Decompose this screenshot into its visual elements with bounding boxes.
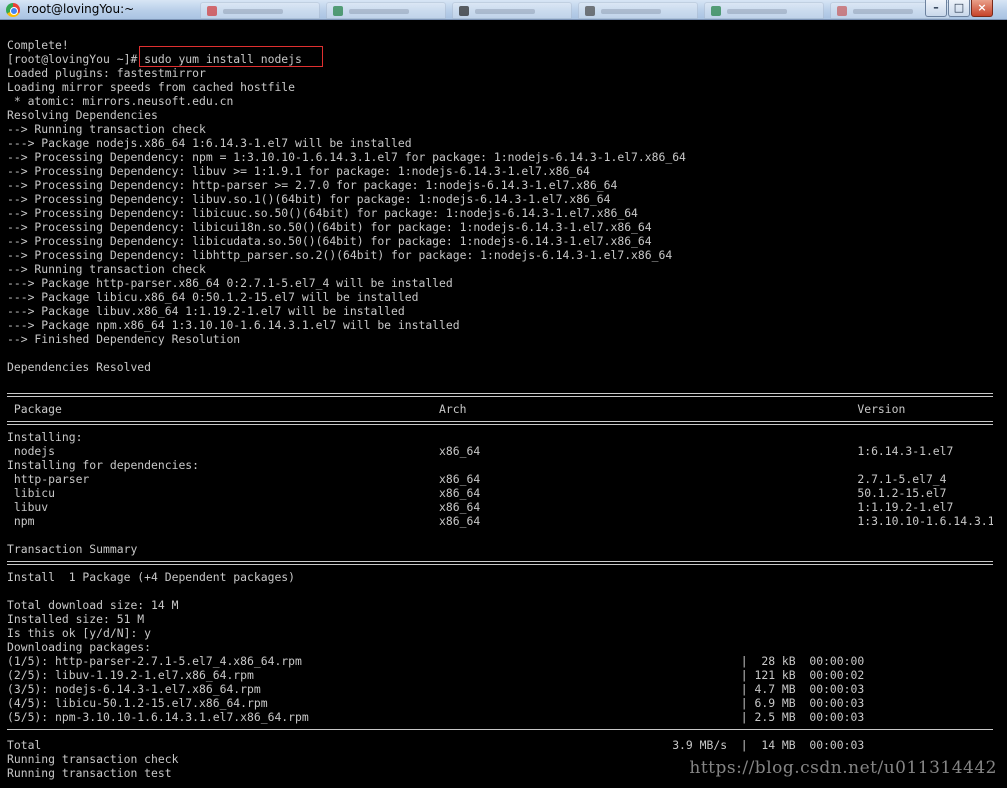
tab-favicon-icon (333, 6, 343, 16)
terminal-scroll-edge (993, 21, 1007, 788)
separator-rule (7, 421, 993, 425)
background-tab[interactable] (326, 2, 446, 19)
background-tab[interactable] (704, 2, 824, 19)
terminal-line: npm x86_64 1:3.10.10-1.6.14.3.1.el7 (7, 514, 1007, 528)
terminal-line: --> Processing Dependency: libicuuc.so.5… (7, 206, 638, 220)
window-title: root@lovingYou:~ (27, 2, 135, 16)
terminal-line: Installed size: 51 M (7, 612, 145, 626)
terminal-line: ---> Package nodejs.x86_64 1:6.14.3-1.el… (7, 136, 412, 150)
terminal-line: http-parser x86_64 2.7.1-5.el7_4 (7, 472, 947, 486)
tab-favicon-icon (459, 6, 469, 16)
tab-title-blurred (349, 9, 409, 14)
terminal-line: --> Processing Dependency: libuv >= 1:1.… (7, 164, 590, 178)
terminal-line: ---> Package libicu.x86_64 0:50.1.2-15.e… (7, 290, 419, 304)
tab-title-blurred (853, 9, 913, 14)
close-button[interactable]: × (971, 0, 993, 17)
terminal-line: Install 1 Package (+4 Dependent packages… (7, 570, 296, 584)
terminal-line: Loading mirror speeds from cached hostfi… (7, 80, 296, 94)
terminal-line: --> Processing Dependency: http-parser >… (7, 178, 618, 192)
terminal-line: (3/5): nodejs-6.14.3-1.el7.x86_64.rpm | … (7, 682, 865, 696)
terminal-line: --> Running transaction check (7, 262, 206, 276)
tab-title-blurred (601, 9, 661, 14)
background-tab[interactable] (200, 2, 320, 19)
terminal-line: Is this ok [y/d/N]: y (7, 626, 152, 640)
terminal-line: Dependencies Resolved (7, 360, 152, 374)
terminal-line: (4/5): libicu-50.1.2-15.el7.x86_64.rpm |… (7, 696, 865, 710)
terminal-line: ---> Package libuv.x86_64 1:1.19.2-1.el7… (7, 304, 405, 318)
terminal-line: --> Running transaction check (7, 122, 206, 136)
watermark: https://blog.csdn.net/u011314442 (689, 758, 997, 778)
tab-favicon-icon (585, 6, 595, 16)
terminal-output[interactable]: Complete! [root@lovingYou ~]# sudo yum in… (0, 21, 1007, 788)
separator-rule (7, 729, 993, 731)
background-tab[interactable] (578, 2, 698, 19)
terminal-line: Resolving Dependencies (7, 108, 158, 122)
terminal-line: Downloading packages: (7, 640, 152, 654)
terminal-line: Loaded plugins: fastestmirror (7, 66, 206, 80)
terminal-line: Package Arch Version (7, 402, 906, 416)
terminal-line: --> Processing Dependency: libicudata.so… (7, 234, 652, 248)
terminal-line: --> Finished Dependency Resolution (7, 332, 241, 346)
terminal-line: ---> Package http-parser.x86_64 0:2.7.1-… (7, 276, 453, 290)
terminal-line: Running transaction test (7, 766, 172, 780)
command-highlight-box (139, 46, 323, 67)
terminal-line: * atomic: mirrors.neusoft.edu.cn (7, 94, 234, 108)
background-tab[interactable] (452, 2, 572, 19)
tab-title-blurred (475, 9, 535, 14)
window-controls: – □ × (924, 0, 993, 19)
terminal-line: Transaction Summary (7, 542, 138, 556)
minimize-button[interactable]: – (925, 0, 947, 17)
terminal-line: Total 3.9 MB/s | 14 MB 00:00:03 (7, 738, 865, 752)
chrome-icon (6, 3, 20, 17)
terminal-line: ---> Package npm.x86_64 1:3.10.10-1.6.14… (7, 318, 460, 332)
terminal-line: Installing: (7, 430, 83, 444)
terminal-line: (5/5): npm-3.10.10-1.6.14.3.1.el7.x86_64… (7, 710, 865, 724)
window-title-bar[interactable]: root@lovingYou:~ – □ × (0, 0, 1007, 20)
terminal-line: (2/5): libuv-1.19.2-1.el7.x86_64.rpm | 1… (7, 668, 865, 682)
separator-rule (7, 393, 993, 397)
terminal-line: --> Processing Dependency: npm = 1:3.10.… (7, 150, 686, 164)
terminal-line: Total download size: 14 M (7, 598, 179, 612)
terminal-line: Complete! (7, 38, 69, 52)
terminal-line: --> Processing Dependency: libuv.so.1()(… (7, 192, 611, 206)
terminal-line: libicu x86_64 50.1.2-15.el7 (7, 486, 947, 500)
terminal-line: --> Processing Dependency: libhttp_parse… (7, 248, 673, 262)
tab-title-blurred (223, 9, 283, 14)
terminal-line: Running transaction check (7, 752, 179, 766)
terminal-line: nodejs x86_64 1:6.14.3-1.el7 (7, 444, 954, 458)
separator-rule (7, 561, 993, 565)
terminal-line: (1/5): http-parser-2.7.1-5.el7_4.x86_64.… (7, 654, 865, 668)
terminal-line: --> Processing Dependency: libicui18n.so… (7, 220, 652, 234)
terminal-line: Installing for dependencies: (7, 458, 200, 472)
tab-favicon-icon (207, 6, 217, 16)
maximize-button[interactable]: □ (948, 0, 970, 17)
tab-favicon-icon (711, 6, 721, 16)
tab-title-blurred (727, 9, 787, 14)
tab-favicon-icon (837, 6, 847, 16)
terminal-line: libuv x86_64 1:1.19.2-1.el7 (7, 500, 954, 514)
